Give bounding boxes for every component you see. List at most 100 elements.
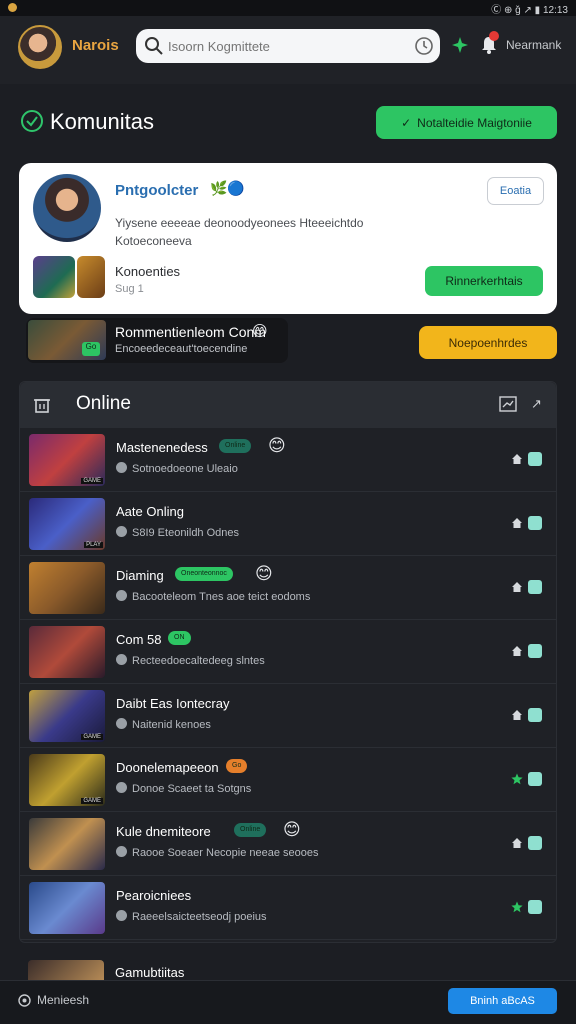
profile-badges-icon: 🌿🔵 [210,180,245,196]
home-icon[interactable] [511,645,523,657]
smile-icon: 😊 [255,564,273,583]
home-icon[interactable] [511,709,523,721]
star-icon[interactable] [511,773,523,785]
avatar[interactable] [18,25,62,69]
check-small-icon: ✓ [401,115,412,130]
row-name: Doonelemapeeon [116,760,219,775]
home-icon[interactable] [511,837,523,849]
profile-description-line: Yiysene eeeeae deonoodyeonees Hteeeichtd… [115,216,364,230]
trash-icon[interactable] [33,396,51,414]
row-subtitle: Bacooteleom Tnes aoe teict eodoms [116,590,310,603]
row-subtitle-text: S8I9 Eteonildh Odnes [132,527,240,539]
list-item[interactable]: Kule dnemiteore Online 😊 Raooe Soeaer Necop… [20,814,556,876]
game-thumbnail[interactable] [29,626,105,678]
game-thumbnail[interactable] [29,882,105,934]
primary-action-label: Notalteidie Maigtoniie [417,115,532,130]
list-item[interactable]: Pearoicniees Raeeelsaicteetseodj poeius [20,878,556,940]
settings-icon[interactable] [18,994,31,1007]
profile-avatar[interactable] [33,174,101,242]
row-subtitle-text: Raeeelsaicteetseodj poeius [132,911,267,923]
thumbnail-tag: PLAY [84,542,103,548]
edit-button[interactable]: Eoatia [487,177,544,205]
message-icon[interactable] [528,836,542,850]
profile-stat-title: Konoenties [115,264,181,279]
status-icon [116,910,127,921]
status-badge: Online [234,823,267,837]
list-item[interactable]: Diaming Oneonteonnoc 😊 Bacooteleom Tnes aoe… [20,558,556,620]
follow-button[interactable]: Rinnerkerhtais [425,266,543,296]
row-subtitle: Recteedoecaltedeeg slntes [116,654,265,667]
bottom-action-button[interactable]: Bninh aBcAS [448,988,557,1014]
status-badge: Online [219,439,252,453]
game-thumbnail[interactable]: GAME [29,434,105,486]
message-icon[interactable] [528,516,542,530]
row-subtitle-text: Recteedoecaltedeeg slntes [132,655,265,667]
row-subtitle-text: Naitenid kenoes [132,719,211,731]
message-icon[interactable] [528,772,542,786]
row-name: Com 58 [116,632,162,647]
check-icon [21,110,43,132]
leaf-icon[interactable] [451,36,469,54]
search-input[interactable] [168,37,408,55]
message-icon[interactable] [528,708,542,722]
list-item[interactable]: GAME Doonelemapeeon Go Donoe Scaeet ta Sotg… [20,750,556,812]
chart-icon[interactable] [499,395,517,413]
promo-button[interactable]: Noepoenhrdes [419,326,557,359]
row-subtitle: Raeeelsaicteetseodj poeius [116,910,267,923]
clock-icon[interactable] [414,36,434,56]
search-icon [145,37,163,55]
star-icon[interactable] [511,901,523,913]
home-icon[interactable] [511,581,523,593]
row-name: Pearoicniees [116,888,192,903]
status-icon [116,526,127,537]
message-icon[interactable] [528,580,542,594]
list-item[interactable]: GAME Daibt Eas Iontecray Naitenid kenoes [20,686,556,748]
status-bar [0,0,576,16]
profile-stat-sub: Sug 1 [115,283,144,295]
bottom-label[interactable]: Menieesh [37,993,89,1007]
list-item[interactable]: Com 58 ON Recteedoecaltedeeg slntes [20,622,556,684]
row-subtitle: Donoe Scaeet ta Sotgns [116,782,251,795]
row-name: Daibt Eas Iontecray [116,696,230,711]
expand-icon[interactable]: ↗ [531,396,545,411]
game-thumbnail[interactable] [28,960,104,980]
message-icon[interactable] [528,452,542,466]
status-badge: ON [168,631,191,645]
row-name: Diaming [116,568,164,583]
row-subtitle: S8I9 Eteonildh Odnes [116,526,239,539]
status-indicators: Ⓒ ⊕ ǧ ↗ ▮ 12:13 [491,5,568,16]
game-thumbnail[interactable] [33,256,75,298]
row-subtitle-text: Sotnoedoeone Uleaio [132,463,238,475]
game-thumbnail[interactable] [77,256,105,298]
list-item[interactable]: PLAY Aate Onling S8I9 Eteonildh Odnes [20,494,556,556]
game-thumbnail[interactable] [29,818,105,870]
row-subtitle-text: Bacooteleom Tnes aoe teict eodoms [132,591,311,603]
status-icon [116,846,127,857]
row-subtitle: Sotnoedoeone Uleaio [116,462,238,475]
row-name: Kule dnemiteore [116,824,211,839]
page-title: Komunitas [50,109,154,134]
row-subtitle-text: Raooe Soeaer Necopie neeae seooes [132,847,319,859]
profile-description-line: Kotoeconeeva [115,234,192,248]
status-badge: Go [226,759,248,773]
header-link[interactable]: Nearmank [506,38,561,52]
list-item[interactable]: GAME Mastenenedess Online 😊 Sotnoedoeone Ule… [20,430,556,492]
status-icon [116,654,127,665]
home-icon[interactable] [511,453,523,465]
online-section-title: Online [76,393,131,414]
notification-dot-icon [8,3,17,12]
profile-name[interactable]: Pntgoolcter [115,182,198,199]
status-icon [116,462,127,473]
home-icon[interactable] [511,517,523,529]
primary-action-button[interactable]: ✓ Notalteidie Maigtoniie [376,106,557,139]
game-thumbnail[interactable]: GAME [29,754,105,806]
game-thumbnail[interactable]: PLAY [29,498,105,550]
game-thumbnail[interactable] [29,562,105,614]
message-icon[interactable] [528,644,542,658]
smile-icon: 😊 [283,820,301,839]
thumbnail-tag: GAME [81,478,103,484]
game-thumbnail[interactable]: GAME [29,690,105,742]
status-badge: Oneonteonnoc [175,567,233,581]
message-icon[interactable] [528,900,542,914]
user-name[interactable]: Narois [72,37,119,54]
